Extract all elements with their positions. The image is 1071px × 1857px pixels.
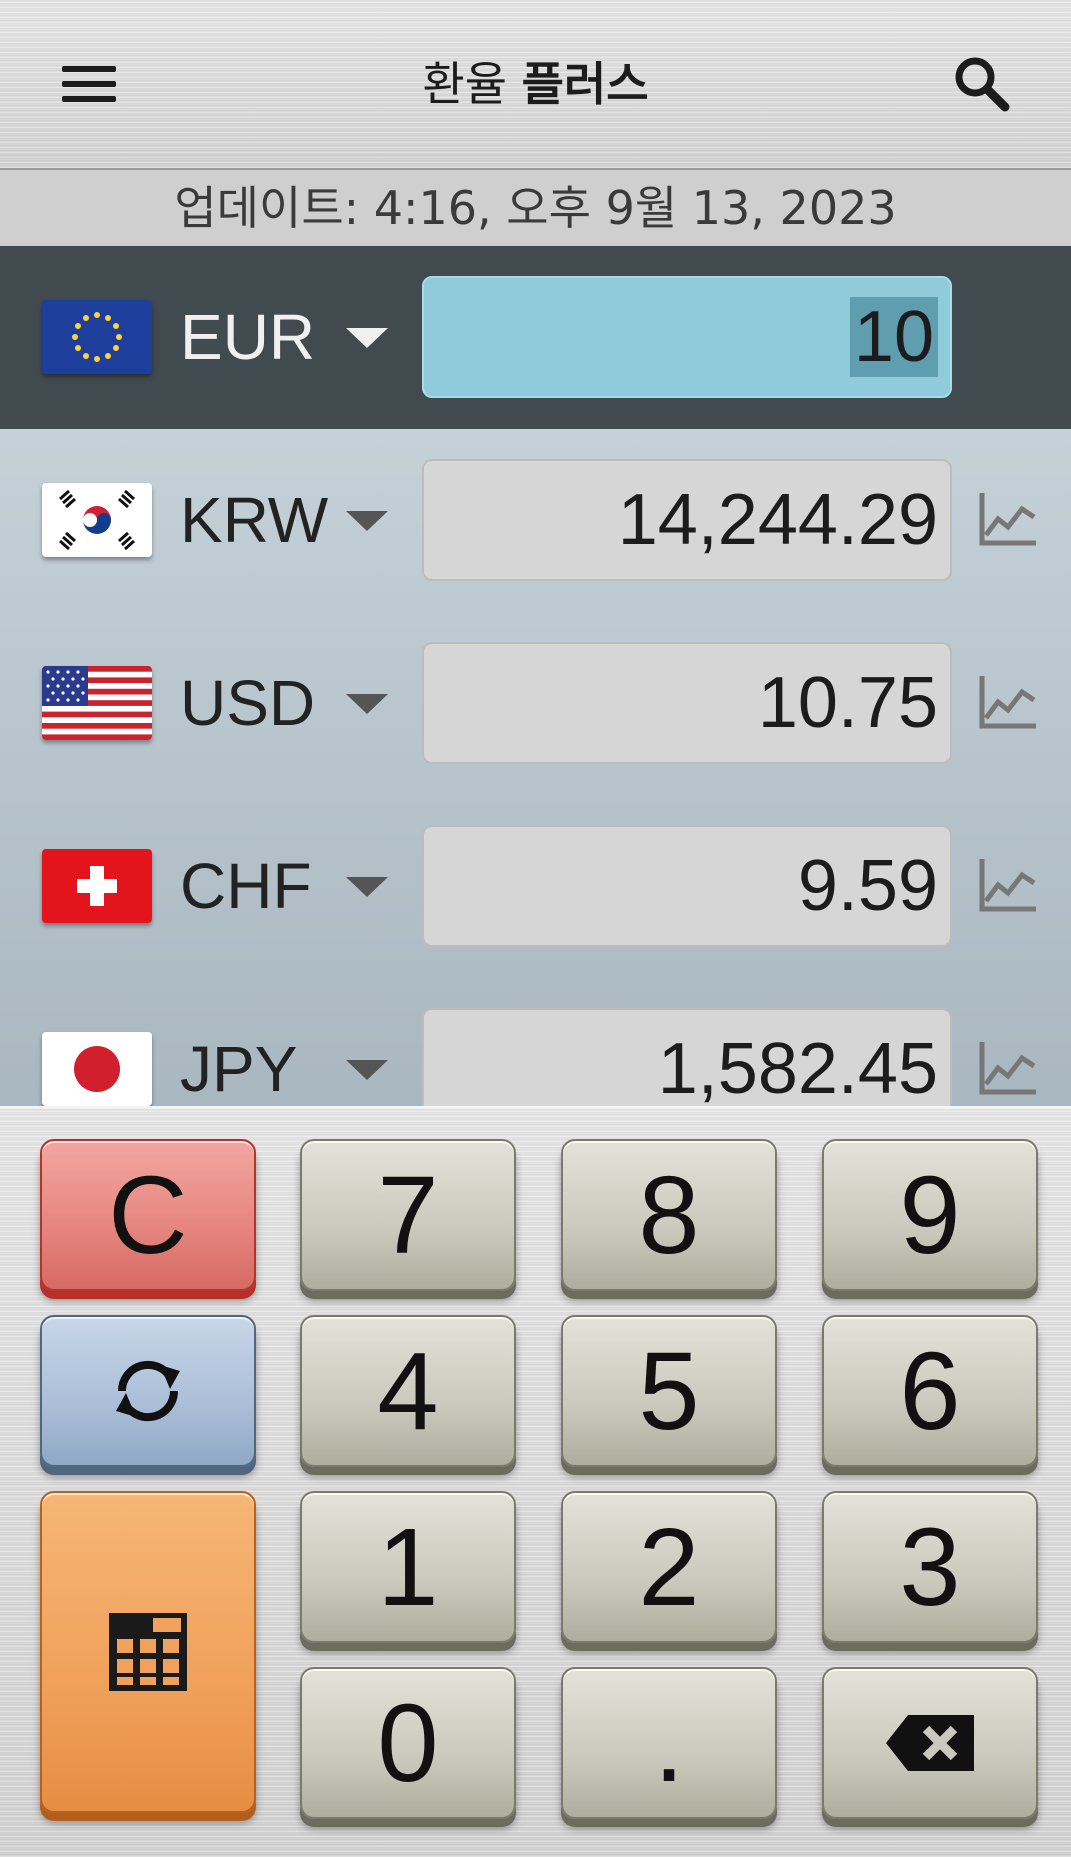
key-3[interactable]: 3 bbox=[822, 1491, 1038, 1643]
chevron-down-icon[interactable] bbox=[346, 1060, 388, 1080]
trend-chart-icon[interactable] bbox=[976, 670, 1040, 734]
key-2[interactable]: 2 bbox=[561, 1491, 777, 1643]
key-7[interactable]: 7 bbox=[300, 1139, 516, 1291]
currency-code[interactable]: CHF bbox=[180, 841, 312, 931]
currency-row-usd: USD 10.75 bbox=[0, 612, 1071, 795]
key-9[interactable]: 9 bbox=[822, 1139, 1038, 1291]
eu-flag-icon[interactable] bbox=[42, 300, 152, 374]
key-1[interactable]: 1 bbox=[300, 1491, 516, 1643]
key-4[interactable]: 4 bbox=[300, 1315, 516, 1467]
base-currency-row: EUR 10 bbox=[0, 246, 1071, 429]
key-0[interactable]: 0 bbox=[300, 1667, 516, 1819]
keypad: C 7 8 9 4 5 6 1 2 3 0 . bbox=[0, 1106, 1071, 1857]
search-button[interactable] bbox=[950, 52, 1014, 116]
key-6[interactable]: 6 bbox=[822, 1315, 1038, 1467]
title-bold: 플러스 bbox=[521, 57, 649, 111]
jp-flag-icon[interactable] bbox=[42, 1032, 152, 1106]
calculator-icon bbox=[109, 1613, 187, 1691]
calculator-button[interactable] bbox=[40, 1491, 256, 1813]
currency-code[interactable]: EUR bbox=[180, 292, 315, 382]
ch-flag-icon[interactable] bbox=[42, 849, 152, 923]
key-8[interactable]: 8 bbox=[561, 1139, 777, 1291]
title-regular: 환율 bbox=[422, 57, 508, 111]
chevron-down-icon[interactable] bbox=[346, 877, 388, 897]
update-timestamp: 업데이트: 4:16, 오후 9월 13, 2023 bbox=[0, 168, 1071, 248]
amount-field[interactable]: 1,582.45 bbox=[422, 1008, 952, 1106]
currency-row-chf: CHF 9.59 bbox=[0, 795, 1071, 978]
refresh-button[interactable] bbox=[40, 1315, 256, 1467]
base-amount-input[interactable]: 10 bbox=[422, 276, 952, 398]
search-icon bbox=[955, 57, 1010, 112]
currency-list: EUR 10 KRW 14,244.29 USD 10.75 CHF 9.59 … bbox=[0, 246, 1071, 1106]
amount-value: 10 bbox=[849, 297, 938, 377]
trend-chart-icon[interactable] bbox=[976, 1036, 1040, 1100]
currency-code[interactable]: JPY bbox=[180, 1024, 297, 1106]
refresh-icon bbox=[116, 1360, 180, 1422]
currency-row-krw: KRW 14,244.29 bbox=[0, 429, 1071, 612]
backspace-button[interactable] bbox=[822, 1667, 1038, 1819]
amount-field[interactable]: 9.59 bbox=[422, 825, 952, 947]
currency-code[interactable]: KRW bbox=[180, 475, 328, 565]
currency-row-jpy: JPY 1,582.45 bbox=[0, 978, 1071, 1106]
trend-chart-icon[interactable] bbox=[976, 487, 1040, 551]
currency-code[interactable]: USD bbox=[180, 658, 315, 748]
chevron-down-icon[interactable] bbox=[346, 694, 388, 714]
app-title: 환율 플러스 bbox=[0, 52, 1071, 116]
trend-chart-icon[interactable] bbox=[976, 853, 1040, 917]
chevron-down-icon[interactable] bbox=[346, 511, 388, 531]
key-5[interactable]: 5 bbox=[561, 1315, 777, 1467]
clear-button[interactable]: C bbox=[40, 1139, 256, 1291]
amount-field[interactable]: 10.75 bbox=[422, 642, 952, 764]
app-bar: 환율 플러스 bbox=[0, 0, 1071, 168]
backspace-icon bbox=[886, 1715, 974, 1771]
kr-flag-icon[interactable] bbox=[42, 483, 152, 557]
us-flag-icon[interactable] bbox=[42, 666, 152, 740]
chevron-down-icon[interactable] bbox=[346, 328, 388, 348]
key-decimal[interactable]: . bbox=[561, 1667, 777, 1819]
amount-field[interactable]: 14,244.29 bbox=[422, 459, 952, 581]
